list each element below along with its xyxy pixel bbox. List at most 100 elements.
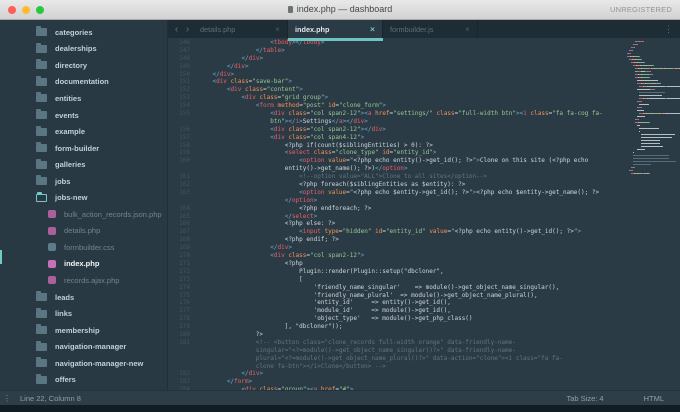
sidebar-item-jobs-new[interactable]: jobs-new bbox=[0, 189, 167, 206]
code-line: singular="<?=module()->get_object_name_s… bbox=[168, 347, 622, 355]
sidebar-scroll-indicator bbox=[0, 250, 2, 264]
tab-size-indicator[interactable]: Tab Size: 4 bbox=[566, 394, 603, 403]
sidebar-item-entities[interactable]: entities bbox=[0, 90, 167, 107]
line-number: 151 bbox=[168, 78, 198, 86]
code-line: 154 <form method="post" id="clone_form"> bbox=[168, 102, 622, 110]
sidebar-item-label: links bbox=[55, 309, 72, 318]
line-number: 155 bbox=[168, 110, 198, 118]
folder-icon bbox=[36, 94, 47, 102]
code-line: 176 'entity_id' => entity()->get_id(), bbox=[168, 299, 622, 307]
line-number: 173 bbox=[168, 276, 198, 284]
line-number bbox=[168, 355, 198, 363]
close-tab-icon[interactable]: × bbox=[271, 24, 280, 34]
minimize-window-button[interactable] bbox=[22, 6, 30, 14]
zoom-window-button[interactable] bbox=[36, 6, 44, 14]
code-line: 155 <div class="col span2-12"><a href="s… bbox=[168, 110, 622, 118]
line-number: 165 bbox=[168, 213, 198, 221]
code-line: 164 <?php endforeach; ?> bbox=[168, 205, 622, 213]
line-number: 158 bbox=[168, 142, 198, 150]
window-title: index.php — dashboard bbox=[0, 0, 680, 18]
line-number: 177 bbox=[168, 307, 198, 315]
sidebar-item-index.php[interactable]: index.php bbox=[0, 256, 167, 273]
sidebar-item-label: categories bbox=[55, 28, 93, 37]
next-tab-button[interactable]: › bbox=[182, 20, 193, 38]
sidebar-item-bulk_action_records.json.php[interactable]: bulk_action_records.json.php bbox=[0, 206, 167, 223]
sidebar-item-details.php[interactable]: details.php bbox=[0, 223, 167, 240]
sidebar-item-form-builder[interactable]: form-builder bbox=[0, 140, 167, 157]
tab-bar: ‹ › details.php×index.php×formbuilder.js… bbox=[168, 20, 680, 38]
sidebar-item-label: example bbox=[55, 127, 85, 136]
sidebar-item-events[interactable]: events bbox=[0, 107, 167, 124]
line-number: 183 bbox=[168, 378, 198, 386]
sidebar-item-label: entities bbox=[55, 94, 81, 103]
registration-status: UNREGISTERED bbox=[610, 5, 680, 14]
line-number bbox=[168, 165, 198, 173]
code-line: 157 <div class="col span4-12"> bbox=[168, 134, 622, 142]
sidebar-item-records.ajax.php[interactable]: records.ajax.php bbox=[0, 272, 167, 289]
sidebar-item-label: navigation-manager-new bbox=[55, 359, 143, 368]
line-number: 178 bbox=[168, 315, 198, 323]
sidebar-item-label: details.php bbox=[64, 226, 100, 235]
sidebar-item-formbuilder.css[interactable]: formbuilder.css bbox=[0, 239, 167, 256]
sidebar-item-label: form-builder bbox=[55, 144, 99, 153]
code-line: 160 <option value="<?php echo entity()->… bbox=[168, 157, 622, 165]
sidebar-item-galleries[interactable]: galleries bbox=[0, 156, 167, 173]
tab-details.php[interactable]: details.php× bbox=[193, 20, 288, 38]
code-pane[interactable]: 146 <tbody></tbody>147 </table>148 </div… bbox=[168, 39, 622, 390]
sidebar-item-label: jobs-new bbox=[55, 193, 88, 202]
line-number: 174 bbox=[168, 284, 198, 292]
tab-overflow-menu-button[interactable]: ⋮ bbox=[664, 24, 680, 35]
code-line: 167 <input type="hidden" id="entity_id" … bbox=[168, 228, 622, 236]
tab-formbuilder.js[interactable]: formbuilder.js× bbox=[383, 20, 478, 38]
line-number: 171 bbox=[168, 260, 198, 268]
sidebar-item-dealerships[interactable]: dealerships bbox=[0, 41, 167, 58]
sidebar-item-jobs[interactable]: jobs bbox=[0, 173, 167, 190]
close-tab-icon[interactable]: × bbox=[461, 24, 470, 34]
tab-label: index.php bbox=[295, 25, 366, 34]
line-number: 149 bbox=[168, 63, 198, 71]
php-file-icon bbox=[48, 210, 56, 218]
sidebar-item-documentation[interactable]: documentation bbox=[0, 74, 167, 91]
line-number bbox=[168, 118, 198, 126]
close-window-button[interactable] bbox=[8, 6, 16, 14]
active-tab-underline bbox=[288, 38, 383, 41]
tab-index.php[interactable]: index.php× bbox=[288, 20, 383, 38]
line-number bbox=[168, 363, 198, 371]
sidebar-item-offers[interactable]: offers bbox=[0, 371, 167, 388]
line-number: 180 bbox=[168, 331, 198, 339]
line-number: 161 bbox=[168, 173, 198, 181]
sidebar-item-navigation-manager[interactable]: navigation-manager bbox=[0, 338, 167, 355]
line-number: 167 bbox=[168, 228, 198, 236]
code-line: clone fa-btn"></i>Clone</button> --> bbox=[168, 363, 622, 371]
line-number: 163 bbox=[168, 189, 198, 197]
minimap[interactable] bbox=[622, 40, 680, 390]
css-file-icon bbox=[48, 243, 56, 251]
code-editor[interactable]: 146 <tbody></tbody>147 </table>148 </div… bbox=[168, 38, 680, 390]
sidebar-item-page-builder[interactable]: page-builder bbox=[0, 388, 167, 390]
sidebar-item-label: events bbox=[55, 111, 79, 120]
sidebar-item-label: documentation bbox=[55, 77, 109, 86]
line-number: 148 bbox=[168, 55, 198, 63]
code-line: 169 </div> bbox=[168, 244, 622, 252]
close-tab-icon[interactable]: × bbox=[366, 24, 375, 34]
folder-icon bbox=[36, 326, 47, 334]
status-menu-icon[interactable]: ⋮ bbox=[0, 393, 14, 404]
sidebar-item-example[interactable]: example bbox=[0, 123, 167, 140]
sidebar-item-links[interactable]: links bbox=[0, 305, 167, 322]
sidebar-item-directory[interactable]: directory bbox=[0, 57, 167, 74]
syntax-indicator[interactable]: HTML bbox=[644, 394, 664, 403]
sidebar-item-membership[interactable]: membership bbox=[0, 322, 167, 339]
line-number: 146 bbox=[168, 39, 198, 47]
prev-tab-button[interactable]: ‹ bbox=[171, 20, 182, 38]
code-line: 147 </table> bbox=[168, 47, 622, 55]
code-line: 148 </div> bbox=[168, 55, 622, 63]
sidebar-item-navigation-manager-new[interactable]: navigation-manager-new bbox=[0, 355, 167, 372]
code-line: 170 <div class="col span2-12"> bbox=[168, 252, 622, 260]
line-number: 154 bbox=[168, 102, 198, 110]
sidebar-item-label: leads bbox=[55, 293, 74, 302]
tab-list: details.php×index.php×formbuilder.js× bbox=[193, 20, 478, 38]
line-number: 169 bbox=[168, 244, 198, 252]
sidebar-item-leads[interactable]: leads bbox=[0, 289, 167, 306]
sidebar-item-categories[interactable]: categories bbox=[0, 24, 167, 41]
sidebar-item-label: formbuilder.css bbox=[64, 243, 114, 252]
